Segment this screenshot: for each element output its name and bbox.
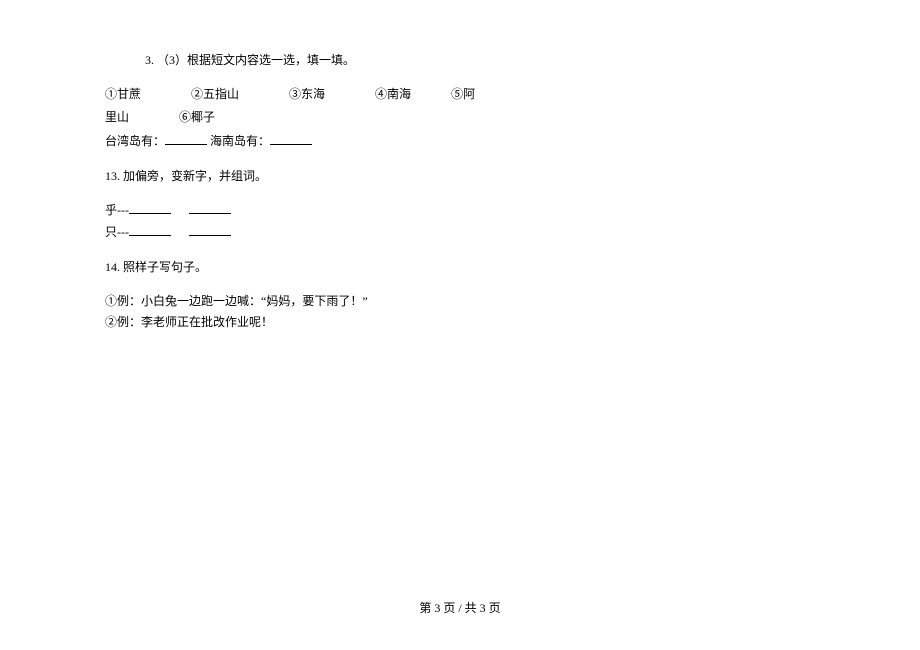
- q13-line-2: 只---: [105, 222, 815, 244]
- options-line-1: ①甘蔗 ②五指山 ③东海 ④南海 ⑤阿: [105, 84, 815, 106]
- q3-label: （3）根据短文内容选一选，填一填。: [157, 53, 355, 67]
- hainan-blank: [270, 131, 312, 145]
- q13-text: 加偏旁，变新字，并组词。: [123, 169, 267, 183]
- footer-text: 第 3 页 / 共 3 页: [419, 601, 500, 615]
- q14-text: 照样子写句子。: [123, 260, 207, 274]
- q14-example-2: ②例：李老师正在批改作业呢！: [105, 312, 815, 334]
- option-5a: ⑤阿: [451, 87, 475, 101]
- page-content: 3. （3）根据短文内容选一选，填一填。 ①甘蔗 ②五指山 ③东海 ④南海 ⑤阿 里山 ⑥…: [105, 50, 815, 334]
- q14-example-1: ①例：小白兔一边跑一边喊：“妈妈，要下雨了！”: [105, 291, 815, 313]
- option-3: ③东海: [289, 87, 325, 101]
- question-3: 3. （3）根据短文内容选一选，填一填。: [145, 50, 815, 72]
- options-line-2: 里山 ⑥椰子: [105, 107, 815, 129]
- taiwan-label: 台湾岛有：: [105, 134, 165, 148]
- q14-number: 14.: [105, 260, 120, 274]
- q13-char-2: 只---: [105, 225, 129, 239]
- option-4: ④南海: [375, 87, 411, 101]
- page-footer: 第 3 页 / 共 3 页: [0, 598, 920, 620]
- q3-number: 3.: [145, 53, 154, 67]
- fill-line: 台湾岛有： 海南岛有：: [105, 131, 815, 153]
- hainan-label: 海南岛有：: [207, 134, 270, 148]
- option-1: ①甘蔗: [105, 87, 141, 101]
- option-5b: 里山: [105, 110, 129, 124]
- taiwan-blank: [165, 131, 207, 145]
- q13-number: 13.: [105, 169, 120, 183]
- question-13: 13. 加偏旁，变新字，并组词。: [105, 166, 815, 188]
- q13-line-1: 乎---: [105, 200, 815, 222]
- q13-blank-1b: [189, 200, 231, 214]
- q13-blank-2a: [129, 222, 171, 236]
- q13-blank-2b: [189, 222, 231, 236]
- option-6: ⑥椰子: [179, 110, 215, 124]
- question-14: 14. 照样子写句子。: [105, 257, 815, 279]
- q13-char-1: 乎---: [105, 203, 129, 217]
- option-2: ②五指山: [191, 87, 239, 101]
- q13-blank-1a: [129, 200, 171, 214]
